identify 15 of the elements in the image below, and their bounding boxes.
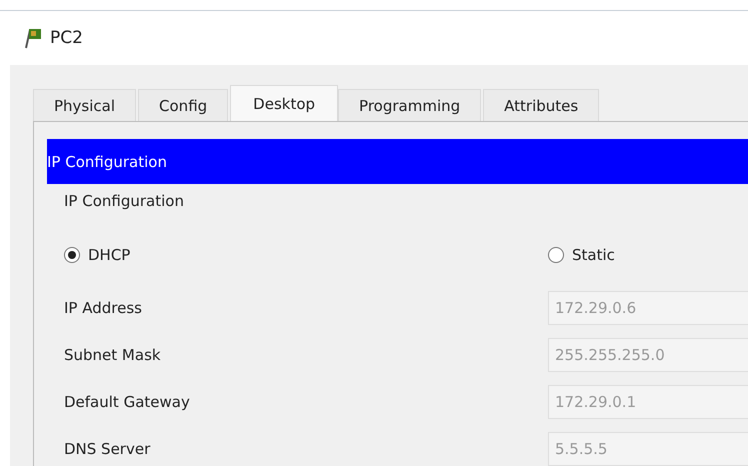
tab[interactable]: Physical <box>33 89 136 121</box>
field-label: DNS Server <box>64 440 152 458</box>
radio-button[interactable]: Static <box>548 246 615 264</box>
tab[interactable]: Desktop <box>230 85 338 121</box>
group-title: IP Configuration <box>64 192 185 210</box>
field-label: Default Gateway <box>64 392 191 410</box>
radio-button[interactable]: DHCP <box>64 246 130 264</box>
window-title: PC2 <box>50 28 83 48</box>
field-label: Subnet Mask <box>64 346 162 364</box>
tab[interactable]: Programming <box>338 89 482 121</box>
tab[interactable]: Config <box>138 89 228 121</box>
section-header: IP Configuration <box>47 139 748 184</box>
tab[interactable]: Attributes <box>483 89 600 121</box>
field-label: IP Address <box>64 298 143 316</box>
pc-icon <box>22 26 44 50</box>
